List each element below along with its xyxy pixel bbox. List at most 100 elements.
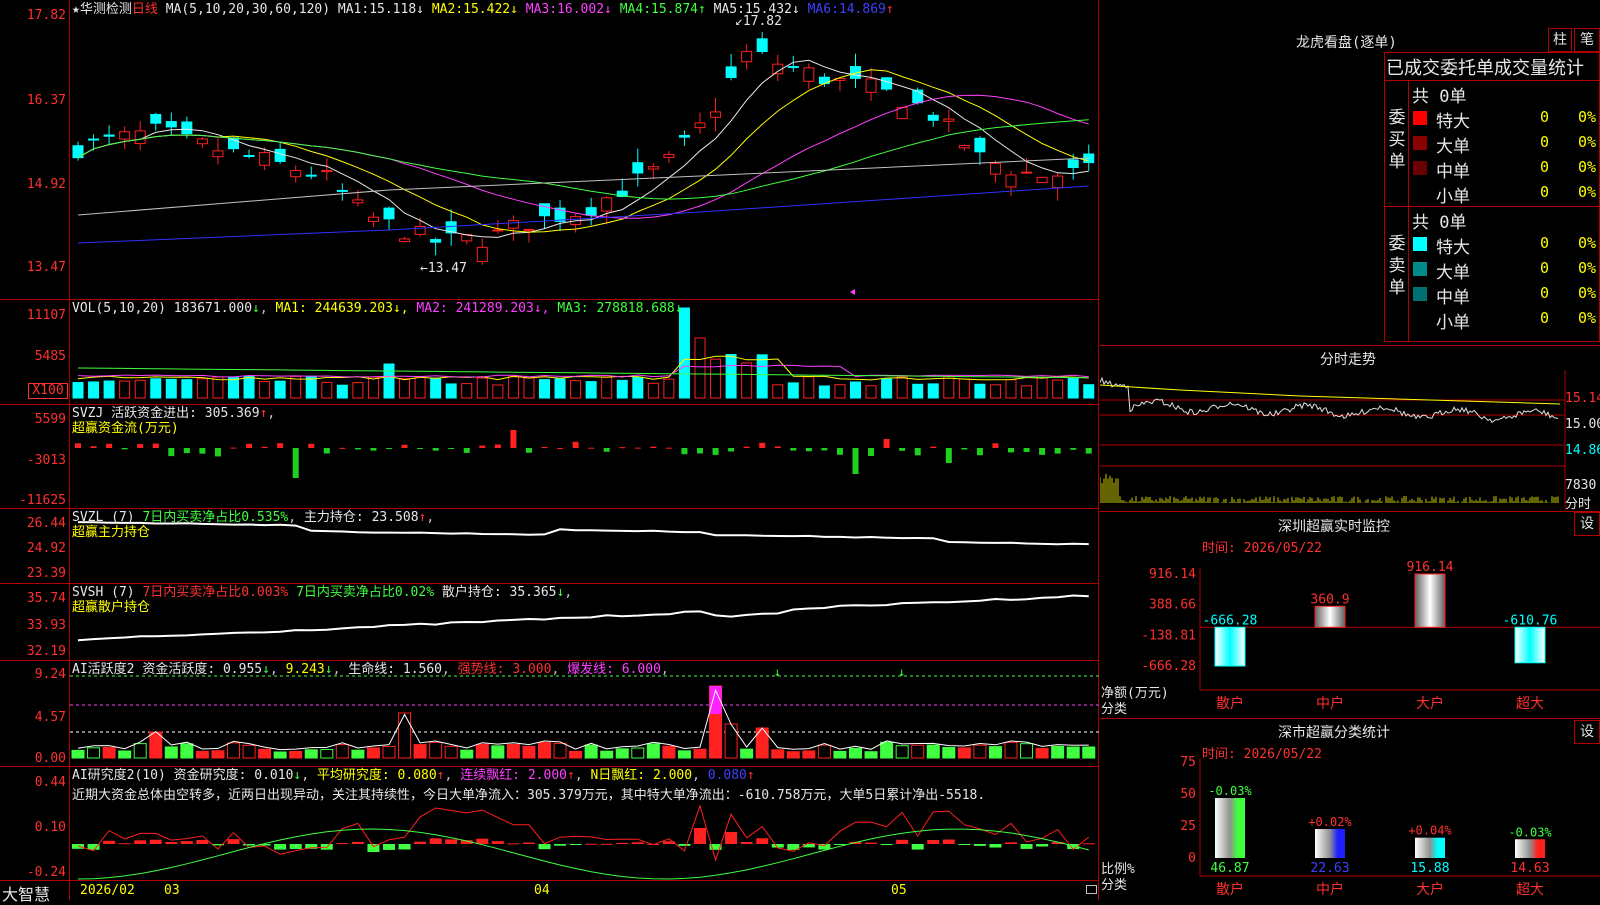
order-total: 共 0单 <box>1412 87 1467 107</box>
period-label[interactable]: 日线 <box>132 2 158 17</box>
order-size-name: 特大 <box>1436 112 1470 132</box>
activity-bar <box>444 745 458 759</box>
research-bar <box>243 844 256 846</box>
svsh-header: SVSH (7) 7日内买卖净占比0.003% 7日内买卖净占比0.02% 散户… <box>72 585 573 600</box>
classify-value-label: 22.63 <box>1310 861 1349 876</box>
activity-bar <box>740 748 754 759</box>
monitor-bar: -610.76 <box>1503 613 1557 664</box>
tick-view-button[interactable]: 笔 <box>1574 28 1600 52</box>
research-bar <box>274 844 287 850</box>
order-size-name: 小单 <box>1436 187 1470 207</box>
research-bar <box>1020 844 1033 849</box>
activity-bar <box>382 745 396 759</box>
down-candle <box>974 137 986 153</box>
stock-name[interactable]: 华测检测 <box>80 2 132 17</box>
dragon-subtitle: 已成交委托单成交量统计 <box>1386 58 1584 79</box>
ai-active-title: AI活跃度2 <box>72 662 135 677</box>
chart-canvas[interactable]: ↓ ↓ <box>70 0 1099 880</box>
volume-bar <box>663 378 675 399</box>
down-candle <box>881 77 893 90</box>
favorite-star-icon[interactable]: ★ <box>72 2 80 17</box>
research-bar <box>973 844 986 846</box>
order-size-pct: 0% <box>1578 284 1597 302</box>
activity-bar <box>926 744 940 759</box>
ai-active-y-tick: 4.57 <box>34 710 66 725</box>
monitor-category-label: 散户 <box>1216 695 1244 712</box>
research-bar <box>942 839 955 844</box>
classify-y-tick: 25 <box>1180 819 1196 834</box>
up-candle <box>1052 175 1064 189</box>
fund-flow-bar <box>463 448 470 453</box>
monitor-xlabel: 分类 <box>1101 702 1128 717</box>
activity-bar <box>164 746 178 759</box>
activity-bar <box>1051 745 1065 759</box>
fund-flow-bar <box>401 444 408 448</box>
order-size-pct: 0% <box>1578 309 1597 327</box>
research-bar <box>227 839 240 844</box>
svsh-y-tick: 33.93 <box>26 618 66 633</box>
fund-flow-bar <box>339 447 346 449</box>
volume-bar <box>119 380 131 399</box>
classify-settings-button[interactable]: 设 <box>1574 720 1600 744</box>
fund-flow-bar <box>230 447 237 449</box>
activity-bar <box>413 744 427 759</box>
activity-bar <box>320 749 334 759</box>
order-size-pct: 0% <box>1578 183 1597 201</box>
order-size-name: 大单 <box>1436 137 1470 157</box>
down-candle <box>787 66 799 69</box>
volume-bar <box>165 378 177 399</box>
activity-bar <box>211 750 225 759</box>
minute-label: 分时 <box>1565 497 1592 512</box>
research-bar <box>289 844 302 850</box>
cursor-marker-icon <box>850 289 855 295</box>
ai-research-value: 0.010 <box>254 768 294 783</box>
order-size-pct: 0% <box>1578 234 1597 252</box>
volume-bar <box>181 379 193 399</box>
volume-bar <box>212 376 224 399</box>
ai-active-v2: 9.243 <box>285 662 325 677</box>
activity-bar <box>600 750 614 759</box>
activity-bar <box>849 747 862 759</box>
ma2-value: 15.422 <box>463 2 511 17</box>
fund-flow-bar <box>759 442 766 448</box>
order-size-pct: 0% <box>1578 133 1597 151</box>
fund-flow-bar <box>541 446 548 448</box>
monitor-settings-button[interactable]: 设 <box>1574 512 1600 536</box>
down-candle <box>383 207 395 220</box>
fund-flow-bar <box>106 443 113 448</box>
activity-bar <box>693 748 707 759</box>
bar-view-button[interactable]: 柱 <box>1548 28 1572 52</box>
activity-bar <box>506 743 520 759</box>
classify-bar-rect <box>1415 837 1445 858</box>
fund-flow-bar <box>650 446 657 448</box>
activity-bar <box>631 747 645 759</box>
research-bar <box>616 842 629 844</box>
minute-title: 分时走势 <box>1320 352 1376 368</box>
ma-params: MA(5,10,20,30,60,120) <box>165 2 331 17</box>
fund-flow-bar <box>588 447 595 449</box>
fund-flow-bar <box>976 448 983 456</box>
ma4-label: MA4: <box>619 2 652 17</box>
lock-icon[interactable] <box>1086 885 1097 894</box>
volume-bar <box>647 382 659 399</box>
research-bar <box>631 842 644 844</box>
volume-bar <box>678 307 690 399</box>
monitor-bar-rect <box>1314 605 1346 628</box>
minute-chart[interactable] <box>1100 370 1600 510</box>
monitor-bar: 360.9 <box>1310 592 1350 628</box>
fund-flow-bar <box>121 448 128 450</box>
research-bar <box>103 840 116 844</box>
activity-bar <box>87 747 101 759</box>
activity-bar <box>833 750 847 759</box>
ma3-arrow: ↓ <box>604 2 612 17</box>
volume-bar <box>461 383 473 399</box>
down-candle <box>632 162 644 174</box>
fund-flow-bar <box>572 441 579 448</box>
volume-bar <box>103 380 115 399</box>
fund-flow-bar <box>728 448 735 452</box>
ai-active-value: 0.955 <box>222 662 263 677</box>
classify-category-label: 大户 <box>1416 881 1444 898</box>
ma4-arrow: ↑ <box>697 2 706 17</box>
fund-flow-bar <box>1070 448 1077 450</box>
classify-bar-rect <box>1315 829 1345 858</box>
